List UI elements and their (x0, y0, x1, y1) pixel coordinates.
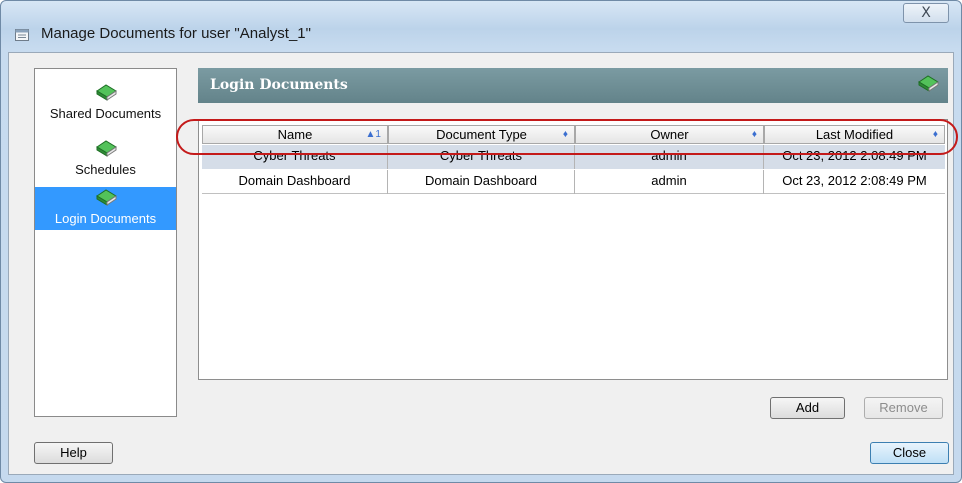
sidebar-item-label: Schedules (75, 162, 136, 177)
window-title: Manage Documents for user "Analyst_1" (41, 25, 311, 42)
panel-header: Login Documents (198, 68, 948, 103)
cell-last-modified: Oct 23, 2012 2:08:49 PM (782, 173, 927, 188)
sidebar-item-login-documents[interactable]: Login Documents (35, 187, 176, 230)
sidebar-item-label: Login Documents (54, 211, 157, 226)
dialog-window: Manage Documents for user "Analyst_1" X … (0, 0, 962, 483)
window-close-button[interactable]: X (903, 3, 949, 23)
cell-document-type: Domain Dashboard (388, 170, 575, 194)
title-bar[interactable]: Manage Documents for user "Analyst_1" X (1, 1, 961, 51)
table-row[interactable]: Domain Dashboard Domain Dashboard admin … (202, 170, 945, 194)
book-icon (95, 84, 117, 101)
close-button[interactable]: Close (870, 442, 949, 464)
panel-title: Login Documents (210, 77, 348, 93)
cell-name: Domain Dashboard (202, 170, 388, 194)
sidebar-item-shared-documents[interactable]: Shared Documents (35, 82, 176, 138)
add-button[interactable]: Add (770, 397, 845, 419)
sidebar-item-label: Shared Documents (49, 106, 162, 121)
cell-owner: admin (575, 170, 764, 194)
book-icon (95, 140, 117, 157)
highlight-annotation-ring (176, 119, 958, 155)
book-icon (918, 75, 939, 92)
book-icon (95, 189, 117, 206)
help-button[interactable]: Help (34, 442, 113, 464)
remove-button[interactable]: Remove (864, 397, 943, 419)
document-window-icon (15, 29, 29, 41)
close-icon: X (921, 5, 931, 21)
documents-table: Name ▲1 Document Type ♦ Owner ♦ Last Mod… (198, 119, 948, 380)
dialog-content: Shared Documents Schedules Login Documen… (8, 52, 954, 475)
category-sidebar: Shared Documents Schedules Login Documen… (34, 68, 177, 417)
sidebar-item-schedules[interactable]: Schedules (35, 138, 176, 184)
